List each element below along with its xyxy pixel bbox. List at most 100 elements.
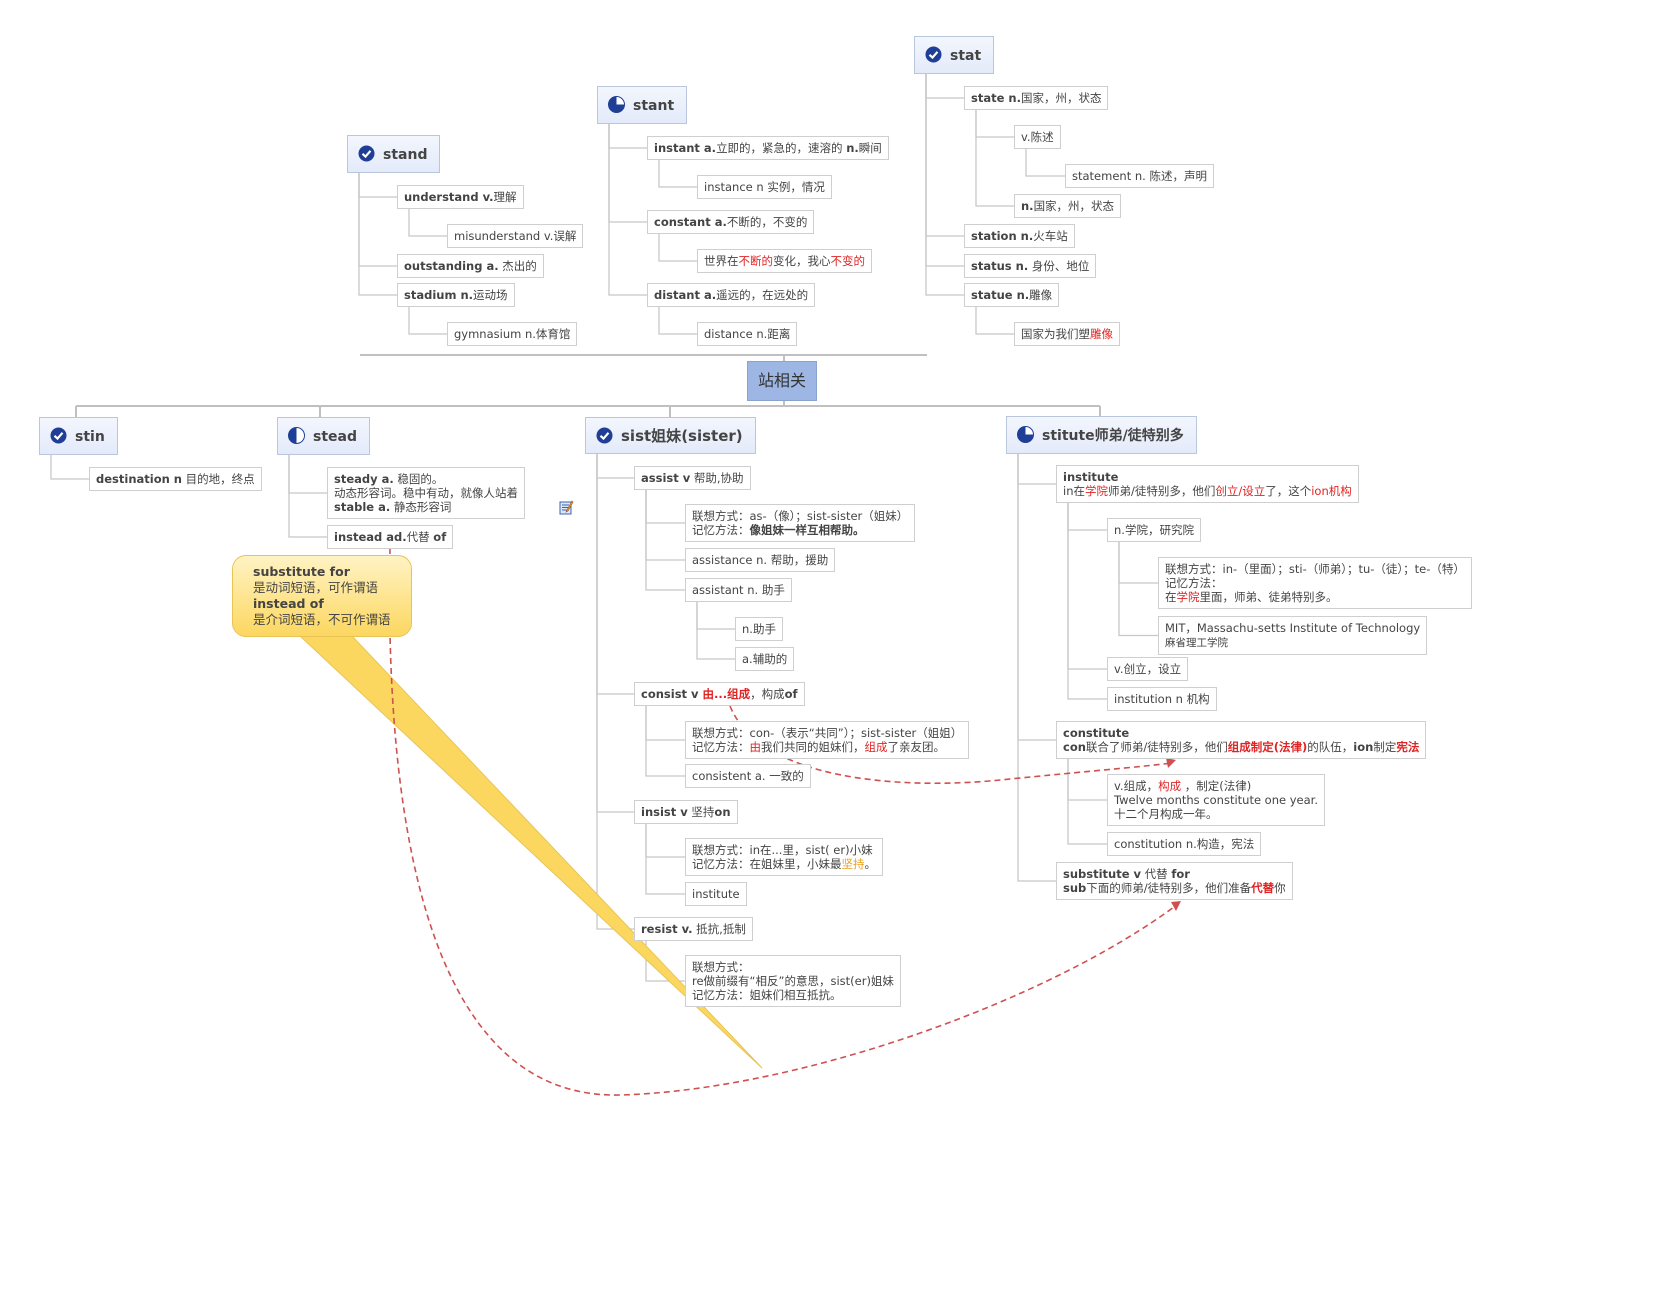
branch-connector	[925, 74, 964, 237]
text-line: 站相关	[758, 372, 806, 390]
text-segment: stat	[950, 48, 982, 64]
branch-connector	[645, 706, 685, 741]
branch-connector	[408, 307, 447, 335]
progress-three-quarter-icon	[608, 96, 625, 113]
text-line: 联想方式：as-（像）；sist-sister（姐妹）	[692, 509, 908, 523]
text-segment: re做前缀有“相反”的意思，sist(er)姐妹	[692, 974, 894, 988]
subtopic-outstanding[interactable]: outstanding a. 杰出的	[397, 254, 544, 278]
text-line: 记忆方法：由我们共同的姐妹们，组成了亲友团。	[692, 740, 962, 754]
subtopic-consist-memo[interactable]: 联想方式：con-（表示“共同”）；sist-sister（姐姐） 记忆方法：由我…	[685, 721, 970, 759]
text-segment: a.辅助的	[742, 652, 788, 666]
subtopic-institute-noun[interactable]: n.学院，研究院	[1107, 518, 1201, 542]
subtopic-mit[interactable]: MIT，Massachu-setts Institute of Technolo…	[1158, 616, 1428, 655]
subtopic-institute[interactable]: institute in在学院师弟/徒特别多，他们创立/设立了，这个ion机构	[1056, 465, 1359, 503]
subtopic-constant-memo[interactable]: 世界在不断的变化，我心不变的	[697, 249, 872, 273]
text-line: v.陈述	[1021, 130, 1054, 144]
subtopic-understand[interactable]: understand v.理解	[397, 185, 524, 209]
text-segment: 是介词短语，不可作谓语	[253, 612, 391, 627]
topic-stead[interactable]: stead	[277, 417, 370, 455]
subtopic-institute-verb[interactable]: v.创立，设立	[1107, 657, 1189, 681]
text-segment: in在	[1063, 484, 1085, 498]
branch-connector	[645, 941, 685, 982]
subtopic-resist-memo[interactable]: 联想方式： re做前缀有“相反”的意思，sist(er)姐妹 记忆方法：姐妹们相互抵…	[685, 955, 901, 1007]
text-segment: 立即的，紧急的，速溶的	[716, 141, 847, 155]
topic-stat[interactable]: stat	[914, 36, 995, 74]
text-line: substitute v 代替 for	[1063, 867, 1286, 881]
subtopic-statue-memo[interactable]: 国家为我们塑雕像	[1014, 322, 1120, 346]
topic-stitute[interactable]: stitute师弟/徒特别多	[1006, 416, 1197, 454]
subtopic-substitute[interactable]: substitute v 代替 for sub下面的师弟/徒特别多，他们准备代替你	[1056, 862, 1293, 900]
subtopic-status[interactable]: status n. 身份、地位	[964, 254, 1097, 278]
text-segment: 构成	[1158, 779, 1182, 793]
note-icon[interactable]	[559, 500, 574, 515]
subtopic-assistant-noun[interactable]: n.助手	[735, 617, 783, 641]
branch-connector	[1017, 454, 1056, 741]
subtopic-instant[interactable]: instant a.立即的，紧急的，速溶的 n.瞬间	[647, 136, 889, 160]
subtopic-institute-memo[interactable]: 联想方式：in-（里面）；sti-（师弟）；tu-（徒）；te-（特） 记忆方法：…	[1158, 557, 1472, 609]
subtopic-destination[interactable]: destination n 目的地，终点	[89, 467, 262, 491]
subtopic-state-noun[interactable]: n.国家，州，状态	[1014, 194, 1122, 218]
subtopic-instance[interactable]: instance n 实例，情况	[697, 175, 832, 199]
subtopic-insist-memo[interactable]: 联想方式：in在...里，sist( er)小妹 记忆方法：在姐妹里，小妹最坚持。	[685, 838, 883, 876]
text-segment: on	[714, 805, 731, 819]
text-line: destination n 目的地，终点	[96, 472, 255, 486]
text-segment: 创立/设立	[1215, 484, 1266, 498]
subtopic-instead[interactable]: instead ad.代替 of	[327, 525, 454, 549]
callout-substitute-instead[interactable]: substitute for 是动词短语，可作谓语 instead of 是介词短语，…	[232, 555, 412, 637]
subtopic-institute-leaf[interactable]: institute	[685, 882, 747, 906]
text-segment: 不断的，不变的	[726, 215, 808, 229]
subtopic-state[interactable]: state n.国家，州，状态	[964, 86, 1109, 110]
subtopic-steady[interactable]: steady a. 稳固的。 动态形容词。稳中有动，就像人站着 stable a. …	[327, 467, 525, 519]
subtopic-stadium[interactable]: stadium n.运动场	[397, 283, 515, 307]
text-segment: of	[784, 687, 798, 701]
branch-connector	[645, 490, 685, 561]
branch-connector	[288, 455, 327, 494]
text-segment: institute	[1063, 470, 1119, 484]
text-segment: 姐妹	[651, 427, 682, 445]
central-topic[interactable]: 站相关	[747, 361, 818, 401]
subtopic-distance[interactable]: distance n.距离	[697, 322, 798, 346]
subtopic-assistance[interactable]: assistance n. 帮助，援助	[685, 548, 836, 572]
text-line: substitute for	[253, 564, 391, 580]
text-segment: ion	[1353, 740, 1374, 754]
subtopic-assist[interactable]: assist v 帮助,协助	[634, 466, 751, 490]
subtopic-institution[interactable]: institution n 机构	[1107, 687, 1217, 711]
branch-connector	[658, 160, 697, 188]
topic-sist[interactable]: sist姐妹(sister)	[585, 417, 756, 454]
subtopic-state-verb[interactable]: v.陈述	[1014, 125, 1061, 149]
text-line: 联想方式：con-（表示“共同”）；sist-sister（姐姐）	[692, 726, 962, 740]
text-segment: constitution n.构造，宪法	[1114, 837, 1255, 851]
text-line: 联想方式：	[692, 960, 894, 974]
topic-stin[interactable]: stin	[39, 417, 118, 455]
subtopic-distant[interactable]: distant a.遥远的，在远处的	[647, 283, 816, 307]
subtopic-assistant[interactable]: assistant n. 助手	[685, 578, 792, 602]
subtopic-insist[interactable]: insist v 坚持on	[634, 800, 738, 824]
subtopic-gymnasium[interactable]: gymnasium n.体育馆	[447, 322, 578, 346]
subtopic-constitute[interactable]: constitute con联合了师弟/徒特别多，他们组成制定(法律)的队伍，io…	[1056, 721, 1427, 759]
text-segment: 代替	[1251, 881, 1275, 895]
subtopic-consistent[interactable]: consistent a. 一致的	[685, 764, 811, 788]
text-segment: 雕像	[1029, 288, 1053, 302]
text-line: v.创立，设立	[1114, 662, 1181, 676]
text-line: institution n 机构	[1114, 692, 1210, 706]
subtopic-resist[interactable]: resist v. 抵抗,抵制	[634, 917, 753, 941]
text-line: sist姐妹(sister)	[621, 427, 743, 445]
text-segment: 运动场	[473, 288, 508, 302]
subtopic-constitute-verb[interactable]: v.组成，构成 ，制定(法律) Twelve months constitute …	[1107, 774, 1325, 826]
text-segment: 国家，州，状态	[1020, 91, 1102, 105]
branch-connector	[1017, 454, 1056, 485]
text-segment: 在	[1165, 590, 1177, 604]
subtopic-statue[interactable]: statue n.雕像	[964, 283, 1060, 307]
subtopic-station[interactable]: station n.火车站	[964, 224, 1075, 248]
text-segment: 十二个月构成一年。	[1114, 807, 1218, 821]
subtopic-constant[interactable]: constant a.不断的，不变的	[647, 210, 815, 234]
subtopic-consist[interactable]: consist v 由...组成，构成of	[634, 682, 805, 706]
subtopic-assist-memo[interactable]: 联想方式：as-（像）；sist-sister（姐妹） 记忆方法：像姐妹一样互相帮…	[685, 504, 916, 542]
text-line: in在学院师弟/徒特别多，他们创立/设立了，这个ion机构	[1063, 484, 1352, 498]
subtopic-statement[interactable]: statement n. 陈述，声明	[1065, 164, 1214, 188]
subtopic-assistant-adj[interactable]: a.辅助的	[735, 647, 795, 671]
topic-stant[interactable]: stant	[597, 86, 688, 124]
subtopic-constitution[interactable]: constitution n.构造，宪法	[1107, 832, 1262, 856]
subtopic-misunderstand[interactable]: misunderstand v.误解	[447, 224, 584, 248]
topic-stand[interactable]: stand	[347, 135, 441, 173]
